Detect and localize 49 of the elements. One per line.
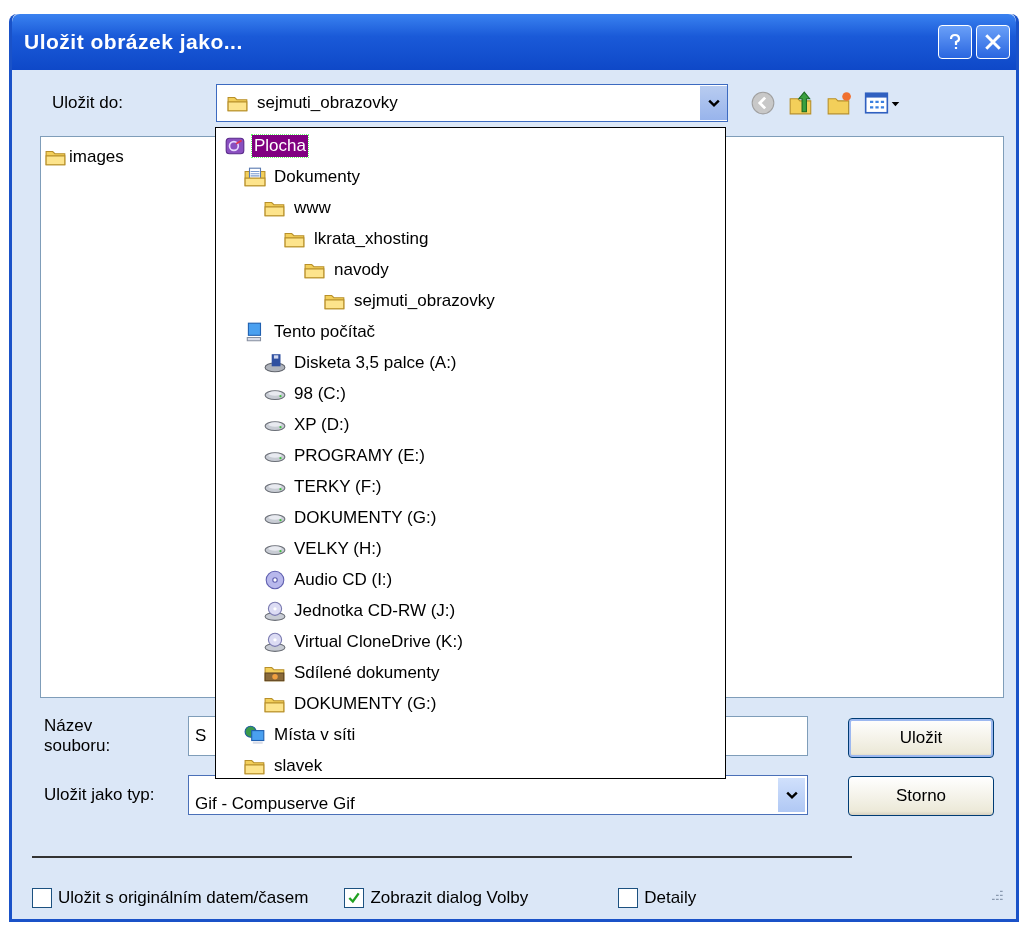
network-icon <box>244 724 266 745</box>
view-menu-icon[interactable] <box>864 90 902 116</box>
save-in-label: Uložit do: <box>51 93 124 113</box>
location-item[interactable]: Sdílené dokumenty <box>292 661 442 684</box>
checkbox[interactable] <box>32 888 52 908</box>
location-item[interactable]: 98 (C:) <box>292 382 348 405</box>
close-icon <box>984 33 1002 51</box>
documents-folder-icon <box>244 166 266 187</box>
location-item[interactable]: TERKY (F:) <box>292 475 384 498</box>
location-item[interactable]: XP (D:) <box>292 413 352 436</box>
cancel-button[interactable]: Storno <box>848 776 994 816</box>
save-button[interactable]: Uložit <box>848 718 994 758</box>
location-item[interactable]: www <box>292 196 333 219</box>
folder-up-icon[interactable] <box>788 90 814 116</box>
location-item[interactable]: Virtual CloneDrive (K:) <box>292 630 465 653</box>
file-name-label: Název souboru: <box>43 716 112 757</box>
window-title: Uložit obrázek jako... <box>24 30 243 54</box>
location-item[interactable]: navody <box>332 258 391 281</box>
cd-drive-icon <box>264 631 286 652</box>
file-type-label: Uložit jako typ: <box>43 784 156 805</box>
cd-icon <box>264 569 286 590</box>
location-item[interactable]: Tento počítač <box>272 320 378 343</box>
checkbox[interactable] <box>618 888 639 908</box>
location-item[interactable]: DOKUMENTY (G:) <box>292 506 439 529</box>
floppy-drive-icon <box>264 352 286 373</box>
location-item[interactable]: VELKY (H:) <box>292 537 384 560</box>
location-item[interactable]: Dokumenty <box>272 165 362 188</box>
checkbox-label: Detaily <box>644 888 697 908</box>
location-item[interactable]: slavek <box>272 754 325 777</box>
location-item[interactable]: Místa v síti <box>272 723 358 746</box>
location-item[interactable]: PROGRAMY (E:) <box>292 444 427 467</box>
location-item[interactable]: lkrata_xhosting <box>312 227 431 250</box>
checkbox[interactable] <box>344 888 365 908</box>
back-icon[interactable] <box>750 90 776 116</box>
location-item[interactable]: Jednotka CD-RW (J:) <box>292 599 458 622</box>
save-in-dropdown[interactable]: sejmuti_obrazovky <box>216 84 728 122</box>
location-item[interactable]: Disketa 3,5 palce (A:) <box>292 351 459 374</box>
location-item[interactable]: Plocha <box>252 134 308 157</box>
checkbox-label: Uložit s originálním datem/časem <box>58 888 309 908</box>
desktop-icon <box>224 135 246 156</box>
help-button[interactable] <box>938 25 972 59</box>
location-item[interactable]: DOKUMENTY (G:) <box>292 692 439 715</box>
close-button[interactable] <box>976 25 1010 59</box>
cd-drive-icon <box>264 600 286 621</box>
file-item[interactable]: images <box>69 147 124 167</box>
location-item[interactable]: Audio CD (I:) <box>292 568 395 591</box>
location-item[interactable]: sejmuti_obrazovky <box>352 289 497 312</box>
question-mark-icon <box>947 33 963 51</box>
checkbox-label: Zobrazit dialog Volby <box>370 888 529 908</box>
